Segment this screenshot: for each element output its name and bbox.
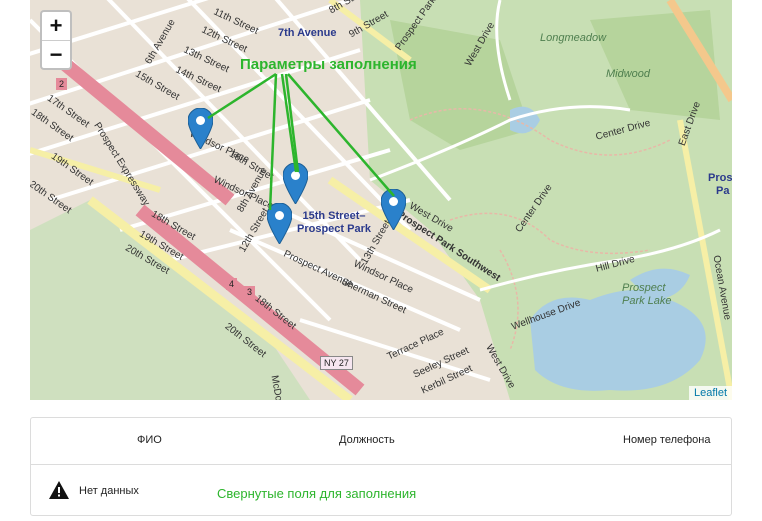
- zoom-out-button[interactable]: −: [42, 40, 70, 68]
- annotation-fill-params: Параметры заполнения: [240, 56, 417, 73]
- map-attribution-link[interactable]: Leaflet: [688, 386, 732, 400]
- zoom-control: + −: [40, 10, 72, 70]
- data-table: ФИО Должность Номер телефона Нет данных …: [30, 417, 732, 516]
- warning-icon: [49, 481, 69, 499]
- column-header-name[interactable]: ФИО: [137, 434, 162, 446]
- zoom-in-button[interactable]: +: [42, 12, 70, 40]
- table-header: ФИО Должность Номер телефона: [31, 418, 731, 465]
- table-body: Нет данных Свернутые поля для заполнения: [31, 465, 731, 515]
- column-header-phone[interactable]: Номер телефона: [623, 434, 710, 446]
- column-header-position[interactable]: Должность: [339, 434, 395, 446]
- annotation-collapsed-fields: Свернутые поля для заполнения: [217, 486, 417, 501]
- page: 11th Street 12th Street 13th Street 14th…: [0, 0, 762, 521]
- map-view[interactable]: 11th Street 12th Street 13th Street 14th…: [30, 0, 732, 400]
- empty-state-text: Нет данных: [79, 485, 139, 497]
